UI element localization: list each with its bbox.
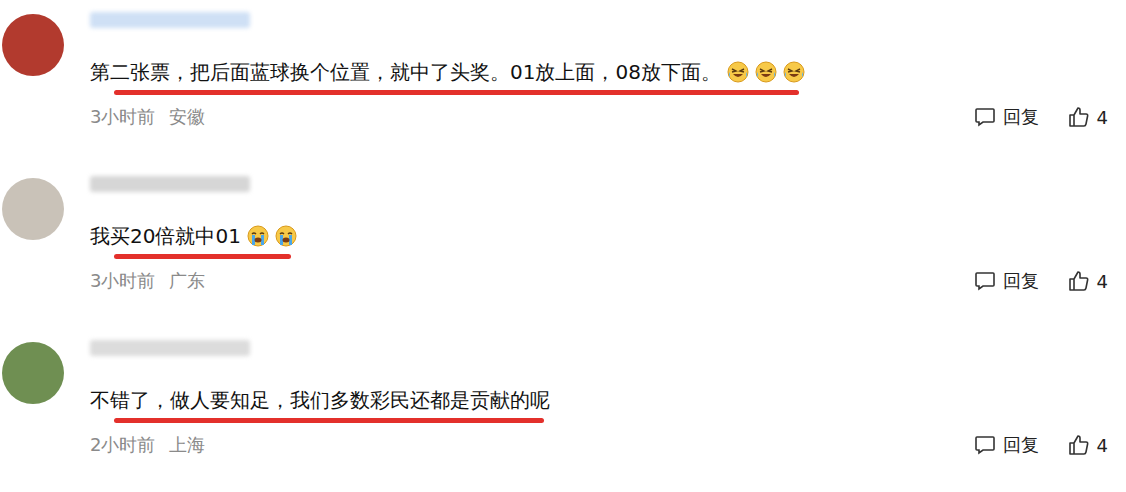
comment-text: 我买20倍就中01 <box>90 222 241 250</box>
comment-time: 3小时前 <box>90 269 155 293</box>
username-blurred[interactable] <box>90 176 250 192</box>
avatar[interactable] <box>2 342 64 404</box>
comment-location: 广东 <box>169 269 205 293</box>
like-button[interactable]: 4 <box>1067 433 1108 457</box>
username-blurred[interactable] <box>90 12 250 28</box>
red-underline <box>114 254 291 259</box>
emoji <box>247 225 269 247</box>
laugh-emoji-icon <box>727 61 749 83</box>
comment: 第二张票，把后面蓝球换个位置，就中了头奖。01放上面，08放下面。 3小时前安徽 回… <box>0 0 1126 164</box>
comment-time: 3小时前 <box>90 105 155 129</box>
emoji <box>275 225 297 247</box>
comment-location: 上海 <box>169 433 205 457</box>
emoji <box>755 61 777 83</box>
comment: 不错了，做人要知足，我们多数彩民还都是贡献的呢 2小时前上海 回复 4 <box>0 328 1126 492</box>
comment: 我买20倍就中01 3小时前广东 回复 4 <box>0 164 1126 328</box>
thumbs-up-icon <box>1067 105 1091 129</box>
emoji <box>727 61 749 83</box>
reply-button[interactable]: 回复 <box>973 105 1039 129</box>
like-button[interactable]: 4 <box>1067 269 1108 293</box>
laugh-emoji-icon <box>755 61 777 83</box>
red-underline <box>114 90 799 95</box>
thumbs-up-icon <box>1067 433 1091 457</box>
cry-emoji-icon <box>247 225 269 247</box>
speech-bubble-icon <box>973 269 997 293</box>
speech-bubble-icon <box>973 105 997 129</box>
laugh-emoji-icon <box>783 61 805 83</box>
emoji <box>783 61 805 83</box>
username-blurred[interactable] <box>90 340 250 356</box>
reply-button[interactable]: 回复 <box>973 269 1039 293</box>
avatar[interactable] <box>2 14 64 76</box>
cry-emoji-icon <box>275 225 297 247</box>
comment-text: 第二张票，把后面蓝球换个位置，就中了头奖。01放上面，08放下面。 <box>90 58 721 86</box>
comment-list: 第二张票，把后面蓝球换个位置，就中了头奖。01放上面，08放下面。3小时前安徽回… <box>0 0 1126 492</box>
avatar[interactable] <box>2 178 64 240</box>
reply-button[interactable]: 回复 <box>973 433 1039 457</box>
speech-bubble-icon <box>973 433 997 457</box>
red-underline <box>114 418 544 423</box>
comment-time: 2小时前 <box>90 433 155 457</box>
comment-location: 安徽 <box>169 105 205 129</box>
comment-text: 不错了，做人要知足，我们多数彩民还都是贡献的呢 <box>90 386 550 414</box>
thumbs-up-icon <box>1067 269 1091 293</box>
like-button[interactable]: 4 <box>1067 105 1108 129</box>
